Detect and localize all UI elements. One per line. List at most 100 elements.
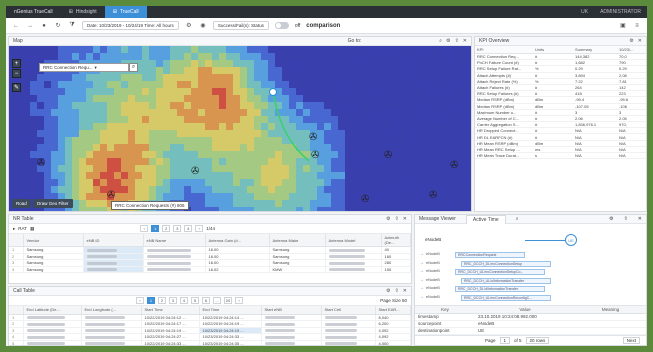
export-icon[interactable]: ⇪ bbox=[455, 38, 459, 44]
cell-tower-icon[interactable]: ✇ bbox=[191, 166, 199, 177]
column-header[interactable]: End Time bbox=[199, 306, 262, 315]
column-header[interactable]: Antenna Model bbox=[325, 234, 382, 247]
user-menu[interactable]: ADMINISTRATOR bbox=[594, 9, 647, 15]
column-header[interactable]: KPI bbox=[475, 46, 533, 54]
next-page-button[interactable]: › bbox=[195, 225, 204, 232]
eye-icon[interactable]: ◉ bbox=[199, 22, 207, 30]
zoom-in-button[interactable]: + bbox=[12, 59, 21, 68]
page-button[interactable]: 1 bbox=[151, 225, 160, 232]
column-header[interactable]: Antenna Make bbox=[269, 234, 326, 247]
table-row[interactable]: HR Mean Trace Durat... s N/A N/A bbox=[475, 152, 646, 160]
page-button[interactable]: ... bbox=[213, 297, 221, 304]
table-row[interactable]: sourcepoint eNodeB bbox=[415, 320, 646, 328]
cell-tower-icon[interactable]: ✇ bbox=[429, 190, 437, 201]
road-button[interactable]: Road bbox=[12, 199, 31, 208]
date-filter[interactable]: Date: 10/23/2019 - 10/24/19 Time: All ho… bbox=[82, 21, 179, 30]
rows-select[interactable]: 20 rows bbox=[525, 337, 550, 344]
zoom-out-button[interactable]: − bbox=[12, 69, 21, 78]
region-label[interactable]: UK bbox=[575, 9, 594, 15]
cell-tower-icon[interactable]: ✇ bbox=[384, 150, 392, 161]
cell-tower-icon[interactable]: ✇ bbox=[37, 158, 45, 169]
column-header[interactable]: eNB ID bbox=[83, 234, 144, 247]
page-button[interactable]: 2 bbox=[162, 225, 171, 232]
settings-icon[interactable]: ⚙ bbox=[386, 216, 390, 222]
cell-tower-icon[interactable]: ✇ bbox=[311, 150, 319, 161]
table-row[interactable]: 5 10/22/2019 04:24:33 ... 10/23/2019 04:24… bbox=[9, 340, 411, 345]
settings-icon[interactable]: ⚙ bbox=[386, 288, 390, 294]
close-icon[interactable]: ✕ bbox=[463, 38, 467, 44]
search-icon[interactable]: ⌕ bbox=[439, 38, 442, 44]
message-item[interactable]: RRC_DCCH_DL/rrcConnectionSetup bbox=[461, 260, 551, 267]
status-filter[interactable]: Success/Fail(s): Status bbox=[212, 21, 269, 30]
settings-icon[interactable]: ⚙ bbox=[629, 38, 633, 44]
tab-truecall[interactable]: ⊞ TrueCall bbox=[104, 6, 147, 18]
back-icon[interactable]: ← bbox=[12, 22, 20, 30]
message-item[interactable]: RRC_DCCH_UL/rrcConnectionReconfigC... bbox=[461, 294, 551, 301]
column-header[interactable]: Summary bbox=[573, 46, 617, 54]
column-header[interactable]: eNB Name bbox=[143, 234, 206, 247]
search-icon[interactable]: ⌕ bbox=[516, 216, 519, 222]
column-header[interactable]: Key bbox=[415, 306, 475, 314]
forward-icon[interactable]: → bbox=[26, 22, 34, 30]
prev-page-button[interactable]: ‹ bbox=[140, 225, 149, 232]
page-button[interactable]: 1 bbox=[147, 297, 155, 304]
filter-icon[interactable]: ⧩ bbox=[68, 22, 76, 30]
settings-icon[interactable]: ⚙ bbox=[185, 22, 193, 30]
column-header[interactable]: Units bbox=[533, 46, 573, 54]
call-start-marker[interactable] bbox=[269, 88, 277, 96]
filter-icon[interactable]: ▸ bbox=[13, 226, 15, 232]
cell-tower-icon[interactable]: ✇ bbox=[107, 190, 115, 201]
cell-tower-icon[interactable]: ✇ bbox=[361, 194, 369, 205]
message-item[interactable]: RRC_DCCH_DL/dlInformationTransfer bbox=[455, 286, 545, 292]
close-icon[interactable]: ✕ bbox=[638, 38, 642, 44]
cell-tower-icon[interactable]: ✇ bbox=[309, 132, 317, 143]
menu-icon[interactable]: ≡ bbox=[633, 22, 641, 30]
prev-page-button[interactable]: ‹ bbox=[136, 297, 144, 304]
tab-hindsight[interactable]: ⊞ Hindsight bbox=[61, 6, 105, 18]
export-icon[interactable]: ⇪ bbox=[624, 216, 628, 222]
page-button[interactable]: 4 bbox=[180, 297, 188, 304]
table-row[interactable]: destinationpoint UE bbox=[415, 327, 646, 335]
column-header[interactable]: Start Cell bbox=[321, 306, 376, 315]
column-header[interactable]: Start EAR... bbox=[375, 306, 411, 315]
close-icon[interactable]: ✕ bbox=[403, 216, 407, 222]
page-button[interactable]: 5 bbox=[191, 297, 199, 304]
next-button[interactable]: Next bbox=[622, 337, 640, 344]
metric-select[interactable]: RRC Connection Requ... ▾ bbox=[39, 63, 129, 72]
tab-active-time[interactable]: Active Time bbox=[465, 215, 506, 224]
draw-geo-filter-button[interactable]: Draw Geo Filter bbox=[33, 199, 73, 208]
column-header[interactable]: Start eNB bbox=[261, 306, 322, 315]
export-icon[interactable]: ⇪ bbox=[395, 216, 399, 222]
page-button[interactable]: 20 bbox=[224, 297, 232, 304]
column-header[interactable]: End Longitude (... bbox=[81, 306, 142, 315]
message-item[interactable]: RRC_DCCH_UL/ulInformationTransfer bbox=[461, 277, 551, 284]
settings-icon[interactable]: ⚙ bbox=[609, 216, 613, 222]
message-item[interactable]: RRCConnectionRequest bbox=[455, 252, 525, 258]
rat-filter[interactable]: RAT bbox=[18, 226, 27, 231]
layout-icon[interactable]: ▣ bbox=[619, 22, 627, 30]
cell-tower-icon[interactable]: ✇ bbox=[450, 160, 458, 171]
settings-icon[interactable]: ⚙ bbox=[446, 38, 450, 44]
column-header[interactable]: Antenna Gain (d... bbox=[205, 234, 270, 247]
comparison-toggle[interactable] bbox=[274, 22, 289, 29]
column-header[interactable]: End Latitude (De... bbox=[23, 306, 82, 315]
table-row[interactable]: 4 Samsung 16.02 KMW 150 bbox=[9, 266, 411, 273]
column-header[interactable]: 10/23/... bbox=[617, 46, 646, 54]
page-button[interactable]: 6 bbox=[202, 297, 210, 304]
column-header[interactable]: Meaning bbox=[575, 306, 646, 314]
page-size-select[interactable]: Page Size 50 bbox=[380, 298, 407, 303]
column-header[interactable]: Vendor bbox=[23, 234, 84, 247]
record-icon[interactable]: ● bbox=[40, 22, 48, 30]
close-icon[interactable]: ✕ bbox=[403, 288, 407, 294]
table-row[interactable]: timestamp 23.10.2019 10:24:08.992.000 bbox=[415, 313, 646, 321]
page-button[interactable]: 4 bbox=[184, 225, 193, 232]
close-icon[interactable]: ✕ bbox=[638, 216, 642, 222]
page-input[interactable]: 1 bbox=[499, 337, 511, 344]
table-icon[interactable]: ▦ bbox=[30, 226, 34, 232]
message-item[interactable]: RRC_DCCH_UL/rrcConnectionSetupCo... bbox=[455, 269, 545, 275]
refresh-icon[interactable]: ↻ bbox=[54, 22, 62, 30]
page-button[interactable]: 3 bbox=[173, 225, 182, 232]
column-header[interactable]: Azimuth (De... bbox=[381, 234, 411, 247]
page-button[interactable]: 2 bbox=[158, 297, 166, 304]
tab-message-viewer[interactable]: Message Viewer bbox=[419, 216, 456, 222]
